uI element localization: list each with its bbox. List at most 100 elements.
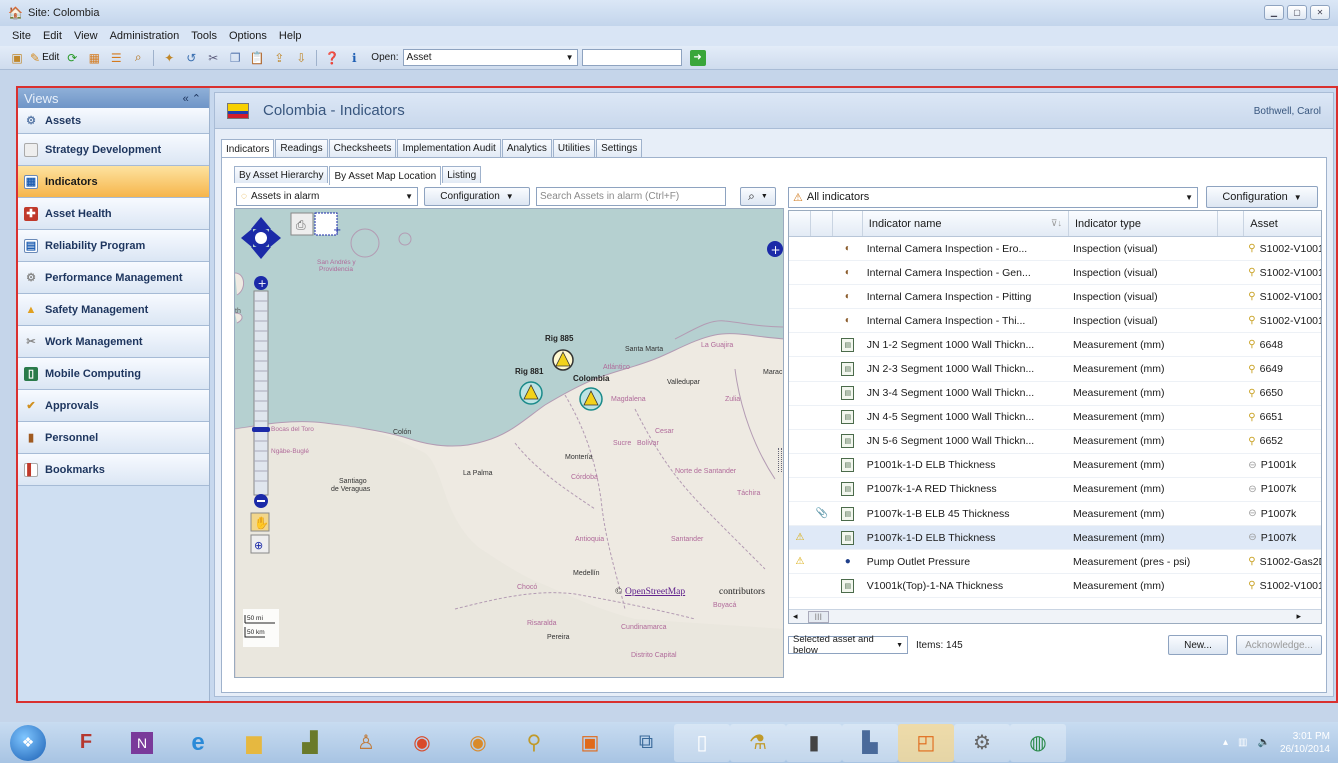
col-attachment[interactable] xyxy=(811,211,833,236)
taskbar-app-meridium[interactable]: ▙ xyxy=(842,723,898,762)
taskbar-app-chrome[interactable]: ◉ xyxy=(394,724,450,762)
scroll-right-icon[interactable]: ▸ xyxy=(1296,611,1301,622)
taskbar-app-network[interactable]: ⧉ xyxy=(618,724,674,762)
horizontal-scrollbar[interactable]: ◂ III ▸ xyxy=(789,609,1321,623)
acknowledge-button[interactable]: Acknowledge... xyxy=(1236,635,1322,655)
sidebar-item-performance-management[interactable]: ⚙ Performance Management xyxy=(18,262,209,294)
zoom-control[interactable]: + xyxy=(252,276,270,508)
wizard-icon[interactable]: ✦ xyxy=(160,49,178,67)
indicator-configuration-button[interactable]: Configuration ▼ xyxy=(1206,186,1318,208)
splitter-handle[interactable] xyxy=(778,448,782,472)
col-indicator-type[interactable]: Indicator type xyxy=(1069,211,1219,236)
sidebar-item-personnel[interactable]: ▮ Personnel xyxy=(18,422,209,454)
minimize-button[interactable]: ▁ xyxy=(1264,5,1284,20)
table-row[interactable]: ▤ P1007k-1-A RED Thickness Measurement (mm… xyxy=(789,478,1321,503)
maximize-button[interactable]: ▢ xyxy=(1287,5,1307,20)
close-button[interactable]: ✕ xyxy=(1310,5,1330,20)
table-row[interactable]: 📎 ▤ P1007k-1-B ELB 45 Thickness Measurement… xyxy=(789,502,1321,527)
table-row[interactable]: ⚠ ● Pump Outlet Pressure Measurement (pres … xyxy=(789,550,1321,575)
tab-checksheets[interactable]: Checksheets xyxy=(328,139,397,157)
rig-885-alarm-marker[interactable] xyxy=(552,349,574,371)
taskbar-app-explorer[interactable]: ▆ xyxy=(226,724,282,762)
sidebar-item-assets[interactable]: ⚙ Assets xyxy=(18,108,209,134)
sidebar-item-safety-management[interactable]: ▲ Safety Management xyxy=(18,294,209,326)
sidebar-item-mobile-computing[interactable]: ▯ Mobile Computing xyxy=(18,358,209,390)
paste-icon[interactable]: 📋 xyxy=(248,49,266,67)
taskbar-app-user[interactable]: ♙ xyxy=(338,724,394,762)
network-tray-icon[interactable]: ▥ xyxy=(1238,737,1247,748)
asset-map[interactable]: San Andrés y Providencia th Santa Marta … xyxy=(234,208,784,678)
asset-search-input[interactable]: Search Assets in alarm (Ctrl+F) xyxy=(536,186,726,206)
sidebar-item-strategy-development[interactable]: Strategy Development xyxy=(18,134,209,166)
start-button[interactable]: ❖ xyxy=(10,724,46,761)
home-icon[interactable]: ▣ xyxy=(8,49,26,67)
cut-icon[interactable]: ✂ xyxy=(204,49,222,67)
menu-tools[interactable]: Tools xyxy=(191,30,217,42)
map-canvas[interactable]: San Andrés y Providencia th Santa Marta … xyxy=(235,209,784,678)
table-row[interactable]: ◐ Internal Camera Inspection - Gen... Insp… xyxy=(789,261,1321,286)
scope-select[interactable]: Selected asset and below ▼ xyxy=(788,634,908,656)
table-row[interactable]: ◐ Internal Camera Inspection - Thi... Insp… xyxy=(789,309,1321,334)
taskbar-app-chart[interactable]: ▟ xyxy=(282,724,338,762)
table-row[interactable]: ▤ JN 5-6 Segment 1000 Wall Thickn... Measu… xyxy=(789,430,1321,454)
taskbar-app-tools[interactable]: ⚗ xyxy=(730,723,786,762)
search-tool-icon[interactable]: ⌕ xyxy=(129,49,147,67)
volume-icon[interactable]: 🔈 xyxy=(1257,737,1269,748)
sidebar-item-indicators[interactable]: ▦ Indicators xyxy=(18,166,209,198)
tab-utilities[interactable]: Utilities xyxy=(552,139,596,157)
tab-settings[interactable]: Settings xyxy=(596,139,643,157)
col-indicator-name[interactable]: Indicator name ⊽↓ xyxy=(863,211,1069,236)
search-button[interactable]: ⌕ ▼ xyxy=(740,186,776,206)
taskbar-app-globe[interactable]: ◍ xyxy=(1010,723,1066,762)
tab-by-asset-map-location[interactable]: By Asset Map Location xyxy=(329,166,442,185)
rig-colombia-alarm-marker[interactable] xyxy=(579,387,603,411)
layout-icon[interactable]: ▦ xyxy=(85,49,103,67)
rig-881-alarm-marker[interactable] xyxy=(519,381,543,405)
table-row[interactable]: ▤ JN 1-2 Segment 1000 Wall Thickn... Measu… xyxy=(789,333,1321,358)
table-row[interactable]: ▤ JN 4-5 Segment 1000 Wall Thickn... Measu… xyxy=(789,406,1321,430)
clock[interactable]: 3:01 PM 26/10/2014 xyxy=(1280,730,1330,756)
col-alarm[interactable] xyxy=(789,211,811,236)
taskbar-app-docs[interactable]: ▯ xyxy=(674,723,730,762)
export-icon[interactable]: ⇪ xyxy=(270,49,288,67)
taskbar-app-ie[interactable]: e xyxy=(170,724,226,762)
table-row[interactable]: ◐ Internal Camera Inspection - Ero... Insp… xyxy=(789,237,1321,262)
sort-filter-icon[interactable]: ⊽↓ xyxy=(1051,218,1062,229)
tab-readings[interactable]: Readings xyxy=(275,139,328,157)
asset-filter-select[interactable]: ◌ Assets in alarm ▼ xyxy=(236,186,418,206)
menu-options[interactable]: Options xyxy=(229,30,267,42)
sidebar-item-work-management[interactable]: ✂ Work Management xyxy=(18,326,209,358)
taskbar-app-search[interactable]: ⚲ xyxy=(506,724,562,762)
taskbar-app-lang[interactable]: F xyxy=(58,724,114,762)
sidebar-item-bookmarks[interactable]: ▌ Bookmarks xyxy=(18,454,209,486)
table-row[interactable]: ▤ JN 2-3 Segment 1000 Wall Thickn... Measu… xyxy=(789,357,1321,382)
undo-icon[interactable]: ↺ xyxy=(182,49,200,67)
attribution-link[interactable]: OpenStreetMap xyxy=(625,587,685,597)
menu-site[interactable]: Site xyxy=(12,30,31,42)
zoom-slider-track[interactable] xyxy=(253,290,269,496)
scroll-left-icon[interactable]: ◂ xyxy=(793,611,798,622)
sidebar-item-approvals[interactable]: ✔ Approvals xyxy=(18,390,209,422)
import-icon[interactable]: ⇩ xyxy=(292,49,310,67)
table-row[interactable]: ▤ V1001k(Top)-1-NA Thickness Measurement (… xyxy=(789,574,1321,599)
menu-administration[interactable]: Administration xyxy=(110,30,180,42)
taskbar-app-chrome-2[interactable]: ◉ xyxy=(450,724,506,762)
table-row[interactable]: ▤ JN 3-4 Segment 1000 Wall Thickn... Measu… xyxy=(789,382,1321,406)
sidebar-item-reliability-program[interactable]: ▤ Reliability Program xyxy=(18,230,209,262)
menu-help[interactable]: Help xyxy=(279,30,302,42)
table-row[interactable]: ◐ Internal Camera Inspection - Pitting Ins… xyxy=(789,285,1321,310)
taskbar-app-onenote[interactable]: N xyxy=(114,724,170,762)
new-button[interactable]: New... xyxy=(1168,635,1228,655)
tray-expand-icon[interactable]: ▴ xyxy=(1223,737,1228,748)
tab-implementation-audit[interactable]: Implementation Audit xyxy=(397,139,501,157)
sidebar-item-asset-health[interactable]: ✚ Asset Health xyxy=(18,198,209,230)
help-icon[interactable]: ❓ xyxy=(323,49,341,67)
taskbar-app-office[interactable]: ◰ xyxy=(898,723,954,762)
edit-icon[interactable]: ✎ Edit xyxy=(30,49,59,67)
refresh-icon[interactable]: ⟳ xyxy=(63,49,81,67)
info-icon[interactable]: ℹ xyxy=(345,49,363,67)
taskbar-app-settings[interactable]: ⚙ xyxy=(954,723,1010,762)
zoom-slider-handle[interactable] xyxy=(252,427,270,432)
table-row[interactable]: ⚠ ▤ P1007k-1-D ELB Thickness Measurement (m… xyxy=(789,526,1321,551)
taskbar-app-sql[interactable]: ▮ xyxy=(786,723,842,762)
